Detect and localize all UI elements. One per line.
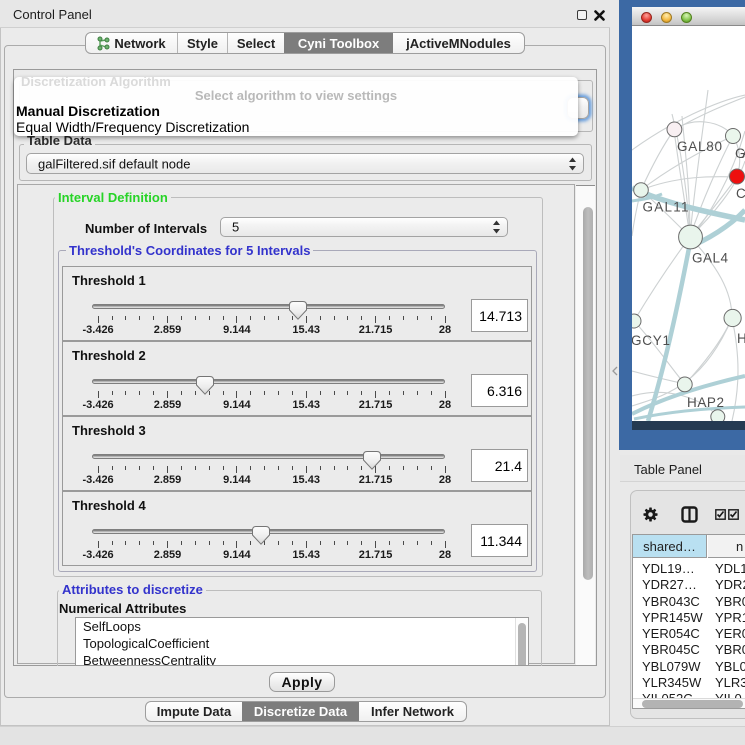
svg-text:GAL11: GAL11 [643, 200, 689, 215]
svg-text:HAP2: HAP2 [687, 395, 724, 410]
svg-text:GCY1: GCY1 [632, 333, 670, 348]
svg-text:GAL80: GAL80 [677, 139, 722, 154]
svg-text:GA: GA [735, 146, 745, 161]
svg-text:GAL4: GAL4 [692, 251, 728, 266]
svg-text:C: C [736, 186, 745, 201]
svg-text:H: H [737, 331, 745, 346]
